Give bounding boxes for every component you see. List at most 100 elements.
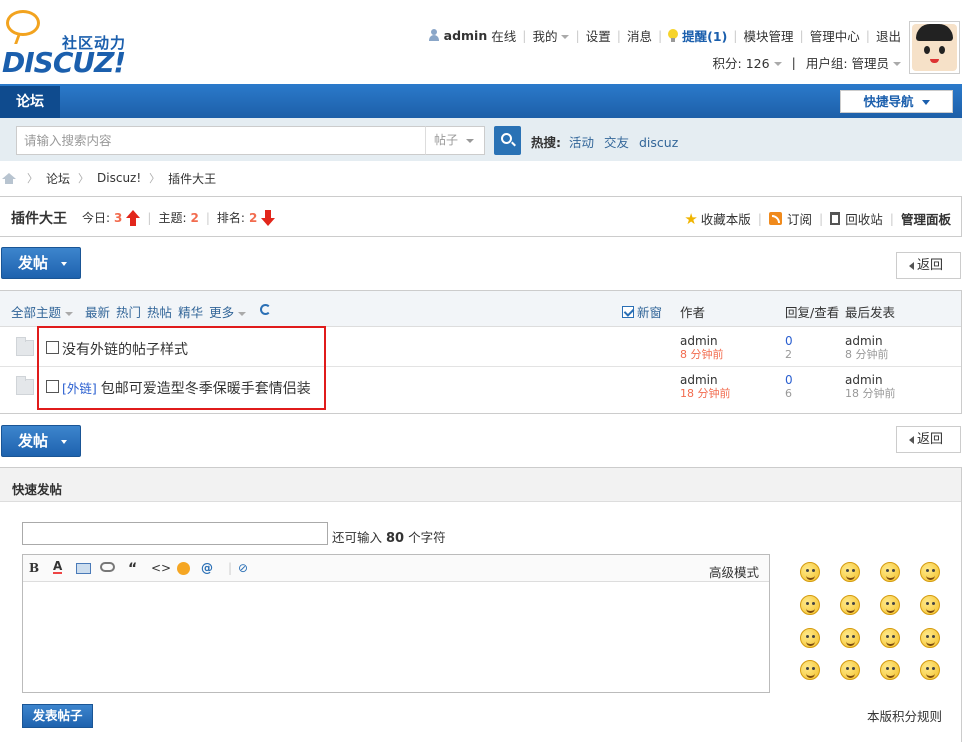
tab-forum[interactable]: 论坛	[0, 86, 60, 118]
filter-hot-threads[interactable]: 热帖	[147, 302, 172, 321]
smiley-panel	[798, 560, 948, 684]
smiley-icon[interactable]	[800, 595, 820, 615]
breadcrumb-item[interactable]: 论坛	[46, 170, 70, 187]
speech-bubble-icon	[6, 10, 40, 36]
messages-link[interactable]: 消息	[627, 26, 652, 45]
avatar[interactable]	[909, 21, 960, 74]
chevron-left-icon	[909, 435, 914, 444]
module-manage-link[interactable]: 模块管理	[744, 26, 794, 45]
post-time: 8 分钟前	[680, 348, 724, 361]
smiley-icon[interactable]	[880, 595, 900, 615]
author-name[interactable]: admin	[680, 373, 731, 387]
subject-input[interactable]	[22, 522, 328, 545]
forum-header: 插件大王 今日: 3 | 主题: 2 | 排名: 2 ★ 收藏本版 | 订阅 | 回收…	[0, 196, 962, 237]
post-button[interactable]: 发帖	[1, 247, 81, 279]
filter-more[interactable]: 更多	[209, 302, 247, 321]
usergroup-menu[interactable]: 用户组: 管理员	[806, 53, 901, 72]
last-time[interactable]: 8 分钟前	[845, 348, 889, 362]
image-icon[interactable]	[76, 563, 91, 574]
online-status: 在线	[491, 28, 517, 44]
smiley-icon[interactable]	[800, 628, 820, 648]
my-menu[interactable]: 我的	[532, 26, 570, 45]
view-count: 6	[785, 387, 792, 400]
smiley-icon[interactable]	[840, 595, 860, 615]
logo-text: DISCUZ!	[2, 46, 126, 79]
thread-counts: 0 2	[785, 334, 793, 362]
main-nav: 论坛	[0, 84, 962, 118]
search-input[interactable]: 请输入搜索内容	[16, 126, 426, 155]
back-button[interactable]: 返回	[896, 252, 961, 279]
favorite-forum-link[interactable]: 收藏本版	[701, 209, 751, 228]
user-stats: 积分: 126 | 用户组: 管理员	[713, 53, 901, 72]
thread-last-post: admin 18 分钟前	[845, 373, 896, 401]
search-button[interactable]	[494, 126, 521, 155]
quote-icon[interactable]: “	[128, 561, 137, 577]
smiley-icon[interactable]	[880, 628, 900, 648]
advanced-mode-link[interactable]: 高级模式	[709, 562, 759, 581]
folder-icon[interactable]	[16, 376, 34, 395]
hot-word[interactable]: 活动	[569, 135, 594, 150]
last-time[interactable]: 18 分钟前	[845, 387, 896, 401]
smiley-icon[interactable]	[880, 562, 900, 582]
author-name[interactable]: admin	[680, 334, 724, 348]
last-author[interactable]: admin	[845, 373, 896, 387]
thread-last-post: admin 8 分钟前	[845, 334, 889, 362]
subscribe-link[interactable]: 订阅	[787, 209, 812, 228]
home-icon[interactable]	[2, 172, 16, 184]
link-icon[interactable]	[100, 562, 115, 572]
folder-icon[interactable]	[16, 337, 34, 356]
smiley-icon[interactable]	[920, 595, 940, 615]
forum-title[interactable]: 插件大王	[11, 208, 67, 228]
post-button[interactable]: 发帖	[1, 425, 81, 457]
smiley-icon[interactable]	[800, 660, 820, 680]
breadcrumb-item[interactable]: Discuz!	[97, 171, 141, 185]
bold-icon[interactable]: B	[29, 561, 39, 575]
credit-rules-link[interactable]: 本版积分规则	[867, 706, 942, 725]
settings-link[interactable]: 设置	[586, 26, 611, 45]
quick-nav-button[interactable]: 快捷导航	[840, 90, 953, 113]
attachment-icon[interactable]: ⊘	[238, 561, 248, 575]
filter-digest[interactable]: 精华	[178, 302, 203, 321]
username-link[interactable]: admin	[444, 28, 488, 43]
admin-center-link[interactable]: 管理中心	[810, 26, 860, 45]
credits-menu[interactable]: 积分: 126	[713, 53, 782, 72]
user-icon	[428, 29, 439, 41]
filter-all[interactable]: 全部主题	[11, 302, 74, 321]
submit-post-button[interactable]: 发表帖子	[22, 704, 93, 728]
new-window-toggle[interactable]: 新窗	[622, 302, 662, 321]
filter-latest[interactable]: 最新	[85, 302, 110, 321]
smiley-icon[interactable]	[880, 660, 900, 680]
message-editor[interactable]: B A “ <> @ | ⊘ 高级模式	[22, 554, 770, 693]
smiley-icon[interactable]	[800, 562, 820, 582]
hot-word[interactable]: discuz	[639, 135, 678, 150]
reply-count[interactable]: 0	[785, 373, 793, 387]
smiley-icon[interactable]	[177, 562, 190, 575]
checkbox-checked-icon[interactable]	[622, 305, 634, 318]
at-mention-icon[interactable]: @	[201, 561, 213, 575]
hot-word[interactable]: 交友	[604, 135, 629, 150]
breadcrumb-item[interactable]: 插件大王	[168, 170, 216, 187]
font-color-icon[interactable]: A	[53, 560, 63, 574]
code-icon[interactable]: <>	[151, 561, 171, 575]
reply-count[interactable]: 0	[785, 334, 793, 348]
post-time: 18 分钟前	[680, 387, 731, 400]
refresh-icon[interactable]	[260, 304, 272, 315]
smiley-icon[interactable]	[920, 660, 940, 680]
recycle-bin-link[interactable]: 回收站	[845, 209, 883, 228]
admin-panel-link[interactable]: 管理面板	[901, 209, 951, 228]
discuz-logo[interactable]: 社区动力 DISCUZ!	[2, 8, 137, 80]
filter-hot[interactable]: 热门	[116, 302, 141, 321]
logout-link[interactable]: 退出	[876, 26, 901, 45]
forum-stats: 今日: 3 | 主题: 2 | 排名: 2	[82, 209, 276, 226]
smiley-icon[interactable]	[840, 562, 860, 582]
smiley-icon[interactable]	[920, 562, 940, 582]
chevron-left-icon	[909, 261, 914, 270]
smiley-icon[interactable]	[840, 660, 860, 680]
lightbulb-icon	[668, 28, 679, 42]
smiley-icon[interactable]	[840, 628, 860, 648]
smiley-icon[interactable]	[920, 628, 940, 648]
back-button[interactable]: 返回	[896, 426, 961, 453]
reminder-link[interactable]: 提醒(1)	[682, 26, 727, 45]
search-type-select[interactable]: 帖子	[425, 126, 485, 155]
last-author[interactable]: admin	[845, 334, 889, 348]
